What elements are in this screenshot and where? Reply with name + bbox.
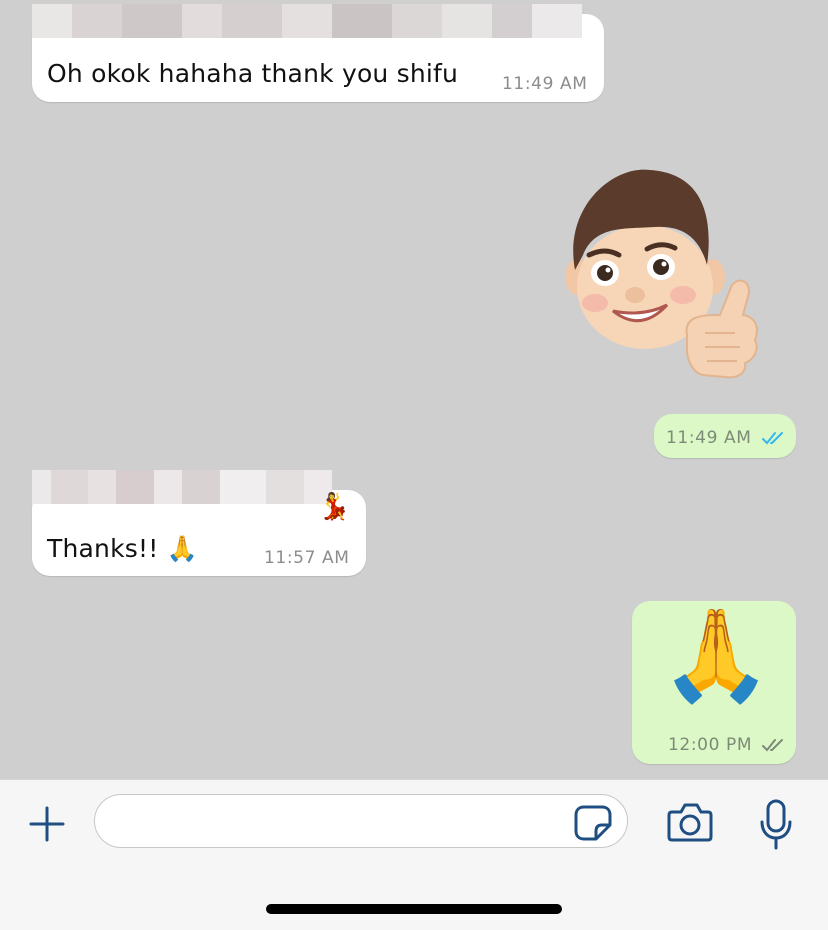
message-time: 11:49 AM bbox=[666, 428, 786, 448]
message-time-text: 12:00 PM bbox=[668, 735, 753, 755]
redacted-sender-name bbox=[32, 470, 332, 504]
memoji-thumbs-up-sticker[interactable] bbox=[555, 165, 765, 380]
message-time: 12:00 PM bbox=[668, 735, 786, 755]
redacted-sender-name bbox=[32, 4, 582, 38]
message-time-text: 11:49 AM bbox=[666, 428, 752, 448]
message-text: Thanks!! 🙏 bbox=[47, 534, 198, 563]
sticker-icon[interactable] bbox=[574, 805, 612, 841]
chat-area[interactable]: Oh okok hahaha thank you shifu 11:49 AM bbox=[0, 0, 828, 779]
message-text: Oh okok hahaha thank you shifu bbox=[47, 59, 459, 88]
dancer-emoji-icon: 💃 bbox=[318, 492, 351, 522]
message-composer bbox=[0, 779, 828, 930]
home-indicator[interactable] bbox=[266, 904, 562, 914]
microphone-icon[interactable] bbox=[758, 798, 794, 850]
outgoing-message[interactable]: 🙏 12:00 PM bbox=[632, 601, 796, 764]
incoming-message[interactable]: Oh okok hahaha thank you shifu 11:49 AM bbox=[32, 4, 604, 102]
message-input[interactable] bbox=[94, 794, 628, 848]
praying-hands-emoji: 🙏 bbox=[660, 603, 773, 708]
camera-icon[interactable] bbox=[666, 800, 714, 844]
message-time: 11:57 AM bbox=[264, 548, 350, 568]
bubble-tail bbox=[18, 80, 42, 102]
delivered-double-check-icon bbox=[762, 739, 784, 752]
memoji-icon bbox=[565, 169, 758, 379]
bubble-tail bbox=[18, 554, 42, 576]
bubble-tail bbox=[786, 742, 812, 764]
outgoing-status-bubble[interactable]: 11:49 AM bbox=[654, 414, 796, 458]
read-double-check-icon bbox=[761, 432, 783, 445]
message-time: 11:49 AM bbox=[502, 74, 588, 94]
incoming-message[interactable]: 💃 Thanks!! 🙏 11:57 AM bbox=[32, 470, 366, 576]
plus-icon[interactable] bbox=[27, 804, 67, 844]
